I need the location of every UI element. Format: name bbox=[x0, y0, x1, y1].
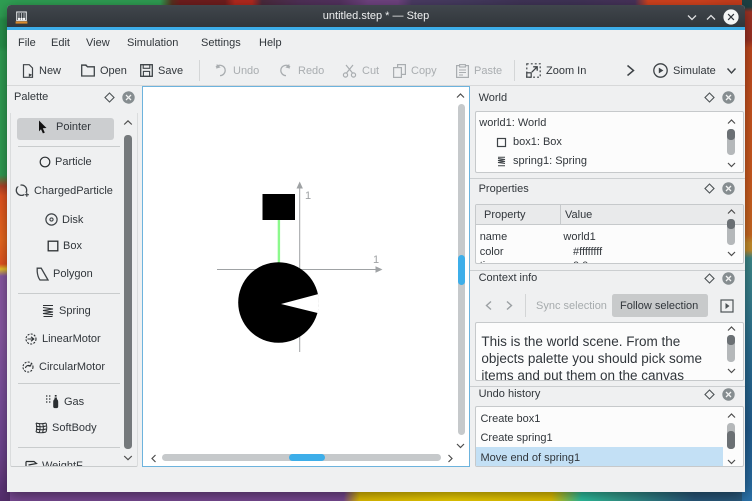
svg-text:1: 1 bbox=[305, 190, 311, 202]
svg-text:1: 1 bbox=[373, 254, 379, 266]
